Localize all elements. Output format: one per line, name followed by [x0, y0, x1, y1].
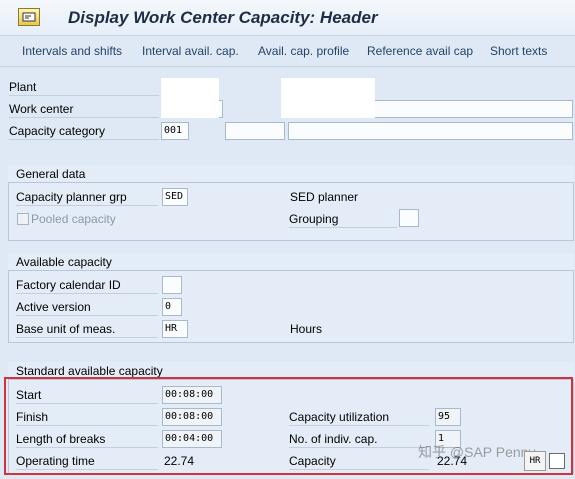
- base-unit-label: Base unit of meas.: [16, 320, 158, 338]
- title-bar: Display Work Center Capacity: Header: [0, 0, 575, 36]
- capacity-category-label: Capacity category: [9, 122, 159, 140]
- capacity-planner-grp-field[interactable]: SED: [162, 188, 188, 206]
- planner-group-text: SED planner: [290, 190, 359, 204]
- capacity-category-field[interactable]: 001: [161, 122, 189, 140]
- base-unit-field[interactable]: HR: [162, 320, 188, 338]
- redacted-area: [281, 78, 375, 118]
- factory-calendar-field[interactable]: [162, 276, 182, 294]
- application-toolbar: Intervals and shifts Interval avail. cap…: [0, 36, 575, 67]
- factory-calendar-label: Factory calendar ID: [16, 276, 158, 294]
- grouping-field[interactable]: [399, 209, 419, 227]
- reference-avail-cap-button[interactable]: Reference avail cap: [367, 44, 473, 58]
- plant-label: Plant: [9, 78, 159, 96]
- capacity-description-field: [288, 122, 573, 140]
- intervals-and-shifts-button[interactable]: Intervals and shifts: [22, 44, 122, 58]
- unit-icon[interactable]: HR: [524, 451, 546, 471]
- work-center-label: Work center: [9, 100, 159, 118]
- page-title: Display Work Center Capacity: Header: [68, 8, 378, 27]
- capacity-planner-grp-label: Capacity planner grp: [16, 188, 158, 206]
- grouping-label: Grouping: [289, 210, 397, 228]
- avail-cap-profile-button[interactable]: Avail. cap. profile: [258, 44, 349, 58]
- capacity-field: [225, 122, 285, 140]
- transaction-icon[interactable]: [18, 8, 40, 26]
- available-capacity-title: Available capacity: [8, 253, 574, 271]
- interval-avail-cap-button[interactable]: Interval avail. cap.: [142, 44, 239, 58]
- base-unit-text: Hours: [290, 322, 323, 336]
- general-data-title: General data: [8, 165, 574, 183]
- window-icon[interactable]: [549, 453, 565, 469]
- active-version-field[interactable]: 0: [162, 298, 182, 316]
- watermark: 知乎 @SAP Penny: [418, 444, 536, 460]
- active-version-label: Active version: [16, 298, 158, 316]
- pooled-capacity-checkbox[interactable]: [17, 213, 29, 225]
- short-texts-button[interactable]: Short texts: [490, 44, 547, 58]
- redacted-area: [161, 78, 219, 118]
- pooled-capacity-label: Pooled capacity: [31, 212, 116, 226]
